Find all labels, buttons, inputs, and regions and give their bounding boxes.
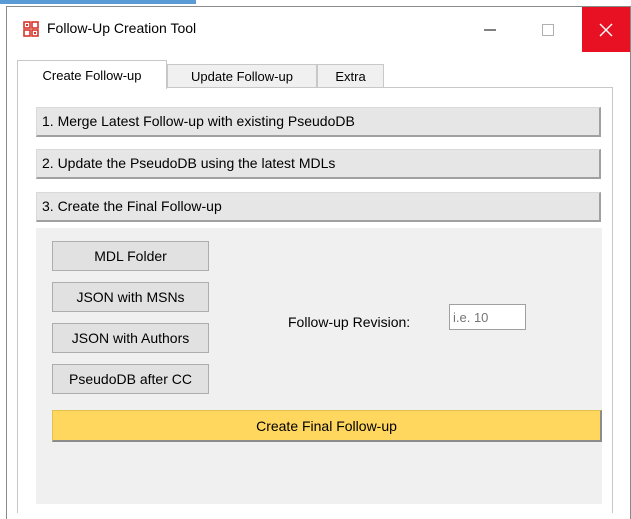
top-accent-strip: [0, 0, 196, 4]
close-button[interactable]: [582, 7, 630, 52]
follow-up-revision-label: Follow-up Revision:: [288, 314, 411, 330]
mdl-folder-button[interactable]: MDL Folder: [52, 241, 209, 271]
title-bar[interactable]: Follow-Up Creation Tool: [7, 7, 630, 52]
final-follow-up-panel: MDL Folder JSON with MSNs JSON with Auth…: [36, 228, 602, 504]
tab-update-follow-up[interactable]: Update Follow-up: [167, 64, 317, 88]
window-title: Follow-Up Creation Tool: [47, 20, 197, 36]
app-logo-icon: [23, 21, 39, 37]
pseudodb-after-cc-button[interactable]: PseudoDB after CC: [52, 364, 209, 394]
json-authors-button[interactable]: JSON with Authors: [52, 323, 209, 353]
close-icon: [599, 23, 613, 36]
create-final-follow-up-button[interactable]: Create Final Follow-up: [52, 410, 602, 442]
minimize-icon: [484, 29, 496, 30]
tab-create-follow-up[interactable]: Create Follow-up: [17, 60, 167, 89]
tab-extra[interactable]: Extra: [317, 64, 384, 88]
maximize-icon: [542, 23, 554, 36]
update-pseudodb-button[interactable]: 2. Update the PseudoDB using the latest …: [36, 149, 601, 179]
minimize-button[interactable]: [467, 7, 513, 52]
create-final-follow-up-section[interactable]: 3. Create the Final Follow-up: [36, 192, 601, 222]
create-follow-up-panel: 1. Merge Latest Follow-up with existing …: [17, 87, 613, 513]
merge-follow-up-button[interactable]: 1. Merge Latest Follow-up with existing …: [36, 107, 601, 137]
maximize-button[interactable]: [525, 7, 571, 52]
json-msns-button[interactable]: JSON with MSNs: [52, 282, 209, 312]
follow-up-revision-input[interactable]: [449, 304, 526, 330]
